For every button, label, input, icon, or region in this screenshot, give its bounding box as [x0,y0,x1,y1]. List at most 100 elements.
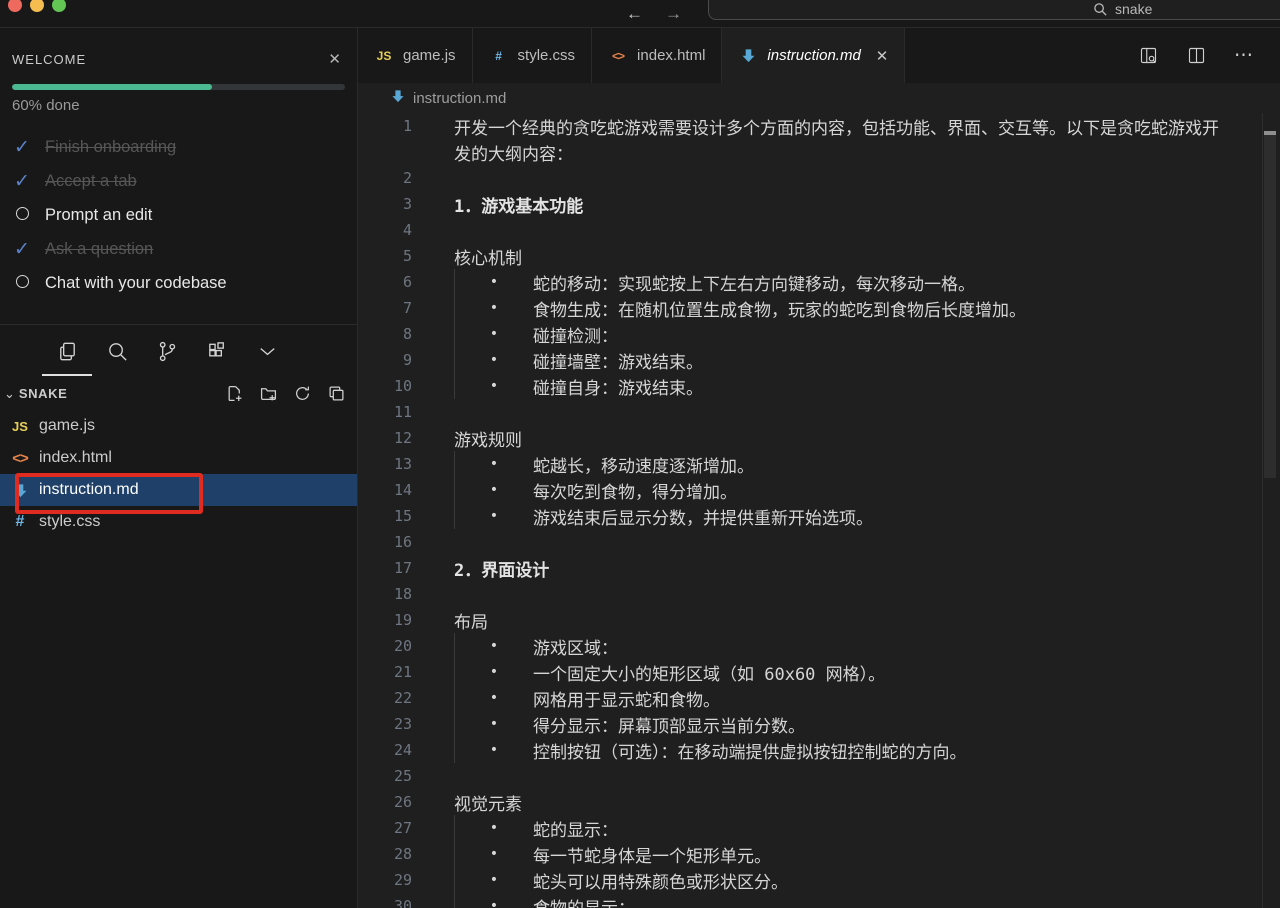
scrollbar-thumb[interactable] [1264,135,1276,478]
onboarding-item[interactable]: ✓Finish onboarding [12,130,345,164]
minimize-window-icon[interactable] [30,0,44,12]
file-tree-item-index-html[interactable]: <> index.html [0,442,357,474]
split-editor-icon[interactable] [1186,45,1207,66]
window-controls [8,0,66,12]
chevron-down-icon[interactable] [242,325,292,377]
activity-bar [0,325,357,377]
titlebar: ← → snake [0,0,1280,28]
line-text: 一个固定大小的矩形区域（如 60x60 网格）。 [533,660,885,685]
bullet-icon: • [455,274,533,290]
code-line: 22 •网格用于显示蛇和食物。 [358,685,1280,711]
line-text: 1．游戏基本功能 [454,192,583,217]
line-number: 25 [358,767,412,785]
code-line: 4 [358,217,1280,243]
line-number: 17 [358,559,412,577]
new-folder-icon[interactable] [260,385,277,402]
check-icon: ✓ [12,136,32,159]
close-tab-icon[interactable]: ✕ [876,47,889,65]
bullet-icon: • [455,456,533,472]
html-file-icon: <> [10,450,30,467]
navigate-forward-icon[interactable]: → [665,4,682,24]
line-text: 游戏规则 [454,426,522,451]
open-preview-icon[interactable] [1138,45,1159,66]
command-center-searchbox[interactable]: snake [708,0,1280,20]
line-text: 每一节蛇身体是一个矩形单元。 [533,842,771,867]
line-number: 9 [358,351,412,369]
html-file-icon: <> [608,49,628,63]
editor-scrollbar [1262,113,1277,908]
bullet-icon: • [455,378,533,394]
source-control-icon[interactable] [142,325,192,377]
line-text: 控制按钮（可选）：在移动端提供虚拟按钮控制蛇的方向。 [533,738,967,763]
onboarding-item-label: Prompt an edit [45,206,152,225]
explorer-section-title[interactable]: SNAKE [19,386,226,401]
bullet-icon: • [455,690,533,706]
bullet-icon: • [455,638,533,654]
file-name: style.css [39,513,100,531]
circle-icon [12,206,32,225]
onboarding-item[interactable]: Chat with your codebase [12,266,345,300]
editor-actions: ⋯ [1138,28,1280,83]
breadcrumb[interactable]: instruction.md [358,83,1280,113]
line-number: 19 [358,611,412,629]
code-line: 27•蛇的显示： [358,815,1280,841]
onboarding-item-label: Accept a tab [45,172,137,191]
line-number: 21 [358,663,412,681]
line-number: 24 [358,741,412,759]
close-icon[interactable]: ✕ [324,50,345,68]
tab-instruction-md[interactable]: instruction.md✕ [722,28,905,83]
line-number: 5 [358,247,412,265]
file-tree-item-game-js[interactable]: JSgame.js [0,410,357,442]
section-chevron-icon[interactable]: ⌄ [4,386,15,402]
code-line: 23•得分显示：屏幕顶部显示当前分数。 [358,711,1280,737]
code-editor[interactable]: 1开发一个经典的贪吃蛇游戏需要设计多个方面的内容，包括功能、界面、交互等。以下是… [358,113,1280,908]
refresh-icon[interactable] [294,385,311,402]
onboarding-item[interactable]: ✓Accept a tab [12,164,345,198]
close-window-icon[interactable] [8,0,22,12]
navigate-back-icon[interactable]: ← [626,4,643,24]
onboarding-item[interactable]: Prompt an edit [12,198,345,232]
onboarding-item[interactable]: ✓Ask a question [12,232,345,266]
check-icon: ✓ [12,238,32,261]
tab-game-js[interactable]: JSgame.js [358,28,473,83]
code-line: 19布局 [358,607,1280,633]
code-line: 30•食物的显示： [358,893,1280,908]
maximize-window-icon[interactable] [52,0,66,12]
code-line: 2 [358,165,1280,191]
onboarding-checklist: ✓Finish onboarding✓Accept a tabPrompt an… [12,130,345,300]
bullet-icon: • [455,508,533,524]
file-tree-item-style-css[interactable]: #style.css [0,506,357,538]
code-line: 13•蛇越长，移动速度逐渐增加。 [358,451,1280,477]
file-tree-item-instruction-md[interactable]: instruction.md [0,474,357,506]
code-line: 21•一个固定大小的矩形区域（如 60x60 网格）。 [358,659,1280,685]
line-number: 3 [358,195,412,213]
line-text: 游戏结束后显示分数，并提供重新开始选项。 [533,504,873,529]
line-number: 23 [358,715,412,733]
line-text: 网格用于显示蛇和食物。 [533,686,720,711]
line-text: 发的大纲内容： [454,140,573,165]
line-number: 22 [358,689,412,707]
collapse-all-icon[interactable] [328,385,345,402]
line-text: 碰撞自身：游戏结束。 [533,374,703,399]
bullet-icon: • [455,820,533,836]
search-view-icon[interactable] [92,325,142,377]
line-number: 6 [358,273,412,291]
file-name: index.html [39,449,112,467]
explorer-panel: ⌄ SNAKE JSgame.js <> index.html instruction… [0,377,357,538]
tab-index-html[interactable]: <>index.html [592,28,722,83]
line-number: 11 [358,403,412,421]
extensions-icon[interactable] [192,325,242,377]
code-line: 5核心机制 [358,243,1280,269]
line-number: 18 [358,585,412,603]
js-file-icon: JS [374,49,394,63]
code-line: 12游戏规则 [358,425,1280,451]
code-line: 29•蛇头可以用特殊颜色或形状区分。 [358,867,1280,893]
bullet-icon: • [455,742,533,758]
explorer-view-icon[interactable] [42,325,92,377]
bullet-icon: • [455,300,533,316]
tab-style-css[interactable]: #style.css [473,28,593,83]
more-actions-icon[interactable]: ⋯ [1234,44,1254,67]
new-file-icon[interactable] [226,385,243,402]
code-line: 18 [358,581,1280,607]
line-number: 27 [358,819,412,837]
